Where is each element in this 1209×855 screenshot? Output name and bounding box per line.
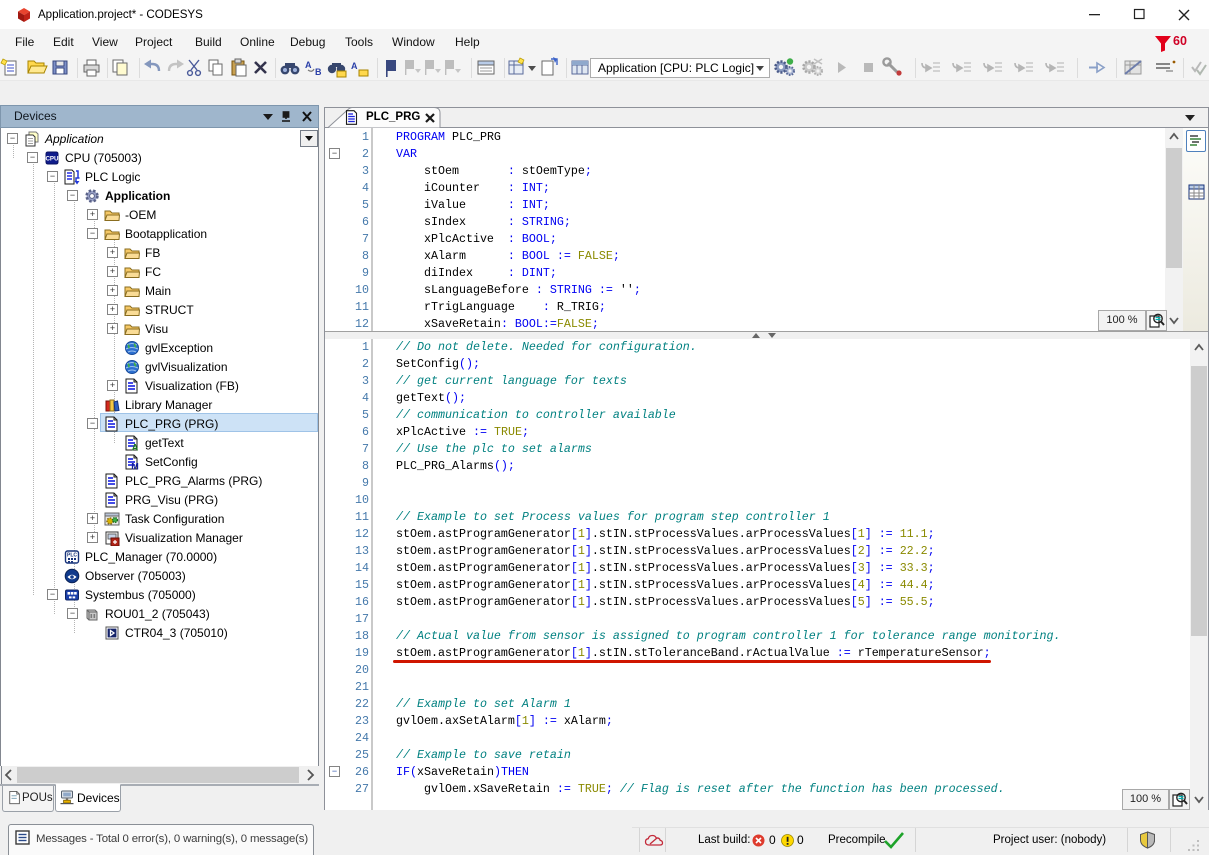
svg-text:A: A: [305, 60, 312, 70]
svg-text:A: A: [351, 61, 358, 71]
svg-text:B: B: [315, 67, 322, 77]
